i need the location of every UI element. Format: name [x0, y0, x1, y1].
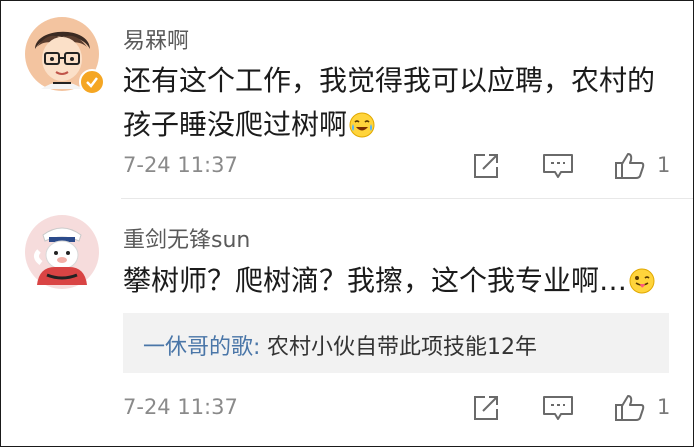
comment-icon — [543, 396, 573, 420]
share-button[interactable] — [471, 393, 501, 423]
comment-item: 易槑啊 还有这个工作，我觉得我可以应聘，农村的孩子睡没爬过树啊 7-24 11:… — [1, 1, 693, 197]
like-button[interactable] — [613, 151, 647, 181]
like-count: 1 — [657, 395, 671, 419]
avatar[interactable] — [25, 17, 105, 95]
reply-author[interactable]: 一休哥的歌: — [143, 329, 260, 361]
comment-timestamp: 7-24 11:37 — [123, 395, 238, 419]
comment-username[interactable]: 重剑无锋sun — [123, 222, 250, 254]
avatar[interactable] — [25, 215, 99, 289]
reply-button[interactable] — [541, 151, 575, 181]
tongue-emoji-icon — [629, 263, 655, 294]
comment-timestamp: 7-24 11:37 — [123, 153, 238, 177]
share-icon — [474, 154, 498, 178]
comment-text: 还有这个工作，我觉得我可以应聘，农村的孩子睡没爬过树啊 — [123, 59, 671, 147]
thumbs-up-icon — [615, 395, 645, 421]
like-button[interactable] — [613, 393, 647, 423]
comment-list: 易槑啊 还有这个工作，我觉得我可以应聘，农村的孩子睡没爬过树啊 7-24 11:… — [0, 0, 694, 447]
verified-badge-icon — [79, 69, 105, 95]
laugh-cry-emoji-icon — [349, 107, 375, 138]
comment-item: 重剑无锋sun 攀树师？爬树滴？我擦，这个我专业啊… 一休哥的歌: 农村小伙自带… — [1, 199, 693, 446]
comment-text-content: 攀树师？爬树滴？我擦，这个我专业啊… — [123, 264, 628, 297]
comment-username[interactable]: 易槑啊 — [123, 23, 189, 55]
share-icon — [474, 396, 498, 420]
comment-text-content: 还有这个工作，我觉得我可以应聘，农村的孩子睡没爬过树啊 — [123, 64, 656, 141]
reply-text: 农村小伙自带此项技能12年 — [267, 335, 537, 360]
reply-button[interactable] — [541, 393, 575, 423]
reply-preview[interactable]: 一休哥的歌: 农村小伙自带此项技能12年 — [123, 313, 669, 373]
like-count: 1 — [657, 153, 671, 177]
thumbs-up-icon — [615, 153, 645, 179]
comment-icon — [543, 154, 573, 178]
share-button[interactable] — [471, 151, 501, 181]
comment-text: 攀树师？爬树滴？我擦，这个我专业啊… — [123, 259, 671, 303]
